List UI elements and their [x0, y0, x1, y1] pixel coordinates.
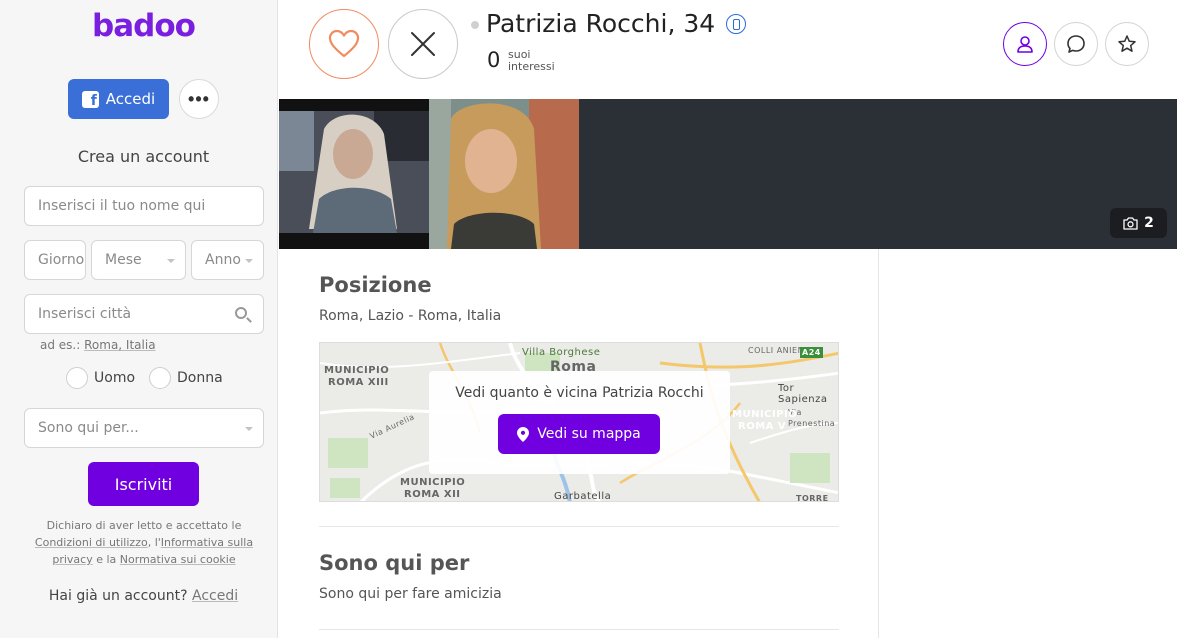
chat-button[interactable]: [1054, 22, 1098, 66]
purpose-select[interactable]: Sono qui per...: [24, 408, 264, 448]
map-label-torre-maura: TORRE MAURA: [796, 494, 829, 502]
cookie-link[interactable]: Normativa sui cookie: [120, 553, 236, 566]
profile-header: Patrizia Rocchi, 34 0 suoi interessi: [279, 0, 1177, 99]
profile-photo-2[interactable]: [429, 99, 579, 249]
day-select[interactable]: Giorno: [24, 240, 86, 280]
legal-notice: Dichiaro di aver letto e accettato le Co…: [24, 517, 264, 568]
city-example-link[interactable]: Roma, Italia: [84, 338, 155, 352]
photo-strip: 2: [279, 99, 1177, 249]
favorite-button[interactable]: [1105, 22, 1149, 66]
sidebar: badoo f Accedi ••• Crea un account Inser…: [0, 0, 278, 638]
create-account-title: Crea un account: [77, 147, 210, 166]
year-select[interactable]: Anno: [191, 240, 264, 280]
city-input[interactable]: Inserisci città: [24, 294, 264, 334]
location-pin-icon: [517, 426, 530, 442]
purpose-title: Sono qui per: [319, 551, 470, 575]
view-on-map-label: Vedi su mappa: [537, 426, 641, 442]
badoo-logo[interactable]: badoo: [0, 8, 287, 44]
year-select-placeholder: Anno: [205, 252, 241, 268]
heart-icon: [328, 29, 360, 58]
location-map[interactable]: Villa Borghese Roma COLLI ANIENE A24 MUN…: [319, 342, 839, 502]
map-label-tor-sapienza: Tor Sapienza: [778, 383, 828, 405]
photo-1-image: [279, 99, 429, 249]
map-label-municipio-xii-2: ROMA XII: [404, 489, 461, 500]
photo-count-value: 2: [1144, 215, 1154, 231]
radio-female[interactable]: [149, 367, 171, 389]
month-select-placeholder: Mese: [105, 252, 142, 268]
facebook-login-button[interactable]: f Accedi: [68, 79, 169, 119]
chat-bubble-icon: [1067, 35, 1085, 53]
online-status-dot: [471, 21, 479, 29]
day-select-placeholder: Giorno: [38, 252, 85, 268]
purpose-text: Sono qui per fare amicizia: [319, 586, 502, 602]
user-icon: [1017, 36, 1033, 53]
profile-content: Posizione Roma, Lazio - Roma, Italia Vil…: [279, 249, 879, 638]
facebook-icon: f: [81, 90, 99, 108]
login-link[interactable]: Accedi: [192, 588, 238, 604]
map-label-municipio-v-1: MUNICIPIO: [732, 409, 798, 420]
map-label-municipio-xii-1: MUNICIPIO: [400, 477, 466, 488]
city-input-placeholder: Inserisci città: [38, 306, 132, 322]
chevron-down-icon: [245, 427, 253, 431]
have-account-text: Hai già un account?: [48, 588, 188, 604]
legal-text-1: Dichiaro di aver letto e accettato le: [46, 519, 242, 532]
login-row: Hai già un account? Accedi: [0, 588, 287, 604]
legal-text-3: e la: [92, 553, 120, 566]
gender-male-label: Uomo: [94, 370, 136, 386]
name-input[interactable]: Inserisci il tuo nome qui: [24, 186, 264, 226]
map-label-garbatella: Garbatella: [554, 491, 612, 502]
legal-text-2: , l': [147, 536, 161, 549]
location-title: Posizione: [319, 273, 432, 297]
gender-female-label: Donna: [177, 370, 223, 386]
terms-link[interactable]: Condizioni di utilizzo: [35, 536, 148, 549]
signup-button[interactable]: Iscriviti: [88, 462, 199, 506]
location-text: Roma, Lazio - Roma, Italia: [319, 308, 502, 324]
month-select[interactable]: Mese: [91, 240, 186, 280]
map-label-municipio-v-2: ROMA V: [738, 421, 787, 432]
map-label-a24: A24: [800, 347, 823, 358]
radio-male[interactable]: [66, 367, 88, 389]
camera-icon: [1123, 216, 1138, 230]
map-label-municipio-xiii-1: MUNICIPIO: [324, 365, 390, 376]
name-input-placeholder: Inserisci il tuo nome qui: [38, 198, 206, 214]
photo-count-badge[interactable]: 2: [1110, 208, 1167, 238]
profile-name: Patrizia Rocchi, 34: [486, 9, 716, 38]
more-options-button[interactable]: •••: [179, 79, 219, 119]
star-icon: [1118, 35, 1136, 52]
close-icon: [411, 32, 435, 56]
section-divider: [319, 629, 839, 630]
map-overlay-text: Vedi quanto è vicina Patrizia Rocchi: [455, 385, 704, 401]
chevron-down-icon: [245, 259, 253, 263]
more-dots-icon: •••: [188, 88, 210, 109]
search-icon: [235, 307, 247, 319]
city-example: ad es.: Roma, Italia: [40, 338, 156, 352]
profile-photo-1[interactable]: [279, 99, 429, 249]
pass-button[interactable]: [388, 9, 458, 79]
mobile-verified-icon: [726, 14, 746, 34]
city-example-prefix: ad es.:: [40, 338, 81, 352]
gender-female-option[interactable]: Donna: [149, 367, 223, 389]
like-button[interactable]: [309, 9, 379, 79]
facebook-login-label: Accedi: [105, 90, 156, 108]
map-label-villa-borghese: Villa Borghese: [522, 347, 601, 358]
gender-male-option[interactable]: Uomo: [66, 367, 135, 389]
interests-label: suoi interessi: [508, 49, 555, 73]
profile-button[interactable]: [1003, 22, 1047, 66]
purpose-select-placeholder: Sono qui per...: [38, 420, 139, 436]
chevron-down-icon: [167, 259, 175, 263]
photo-2-image: [429, 99, 579, 249]
interests-label-line2: interessi: [508, 60, 555, 73]
map-label-municipio-xiii-2: ROMA XIII: [328, 377, 389, 388]
map-overlay: Vedi quanto è vicina Patrizia Rocchi Ved…: [429, 371, 730, 474]
view-on-map-button[interactable]: Vedi su mappa: [498, 414, 660, 454]
interests-count: 0: [487, 48, 501, 72]
section-divider: [319, 526, 839, 527]
